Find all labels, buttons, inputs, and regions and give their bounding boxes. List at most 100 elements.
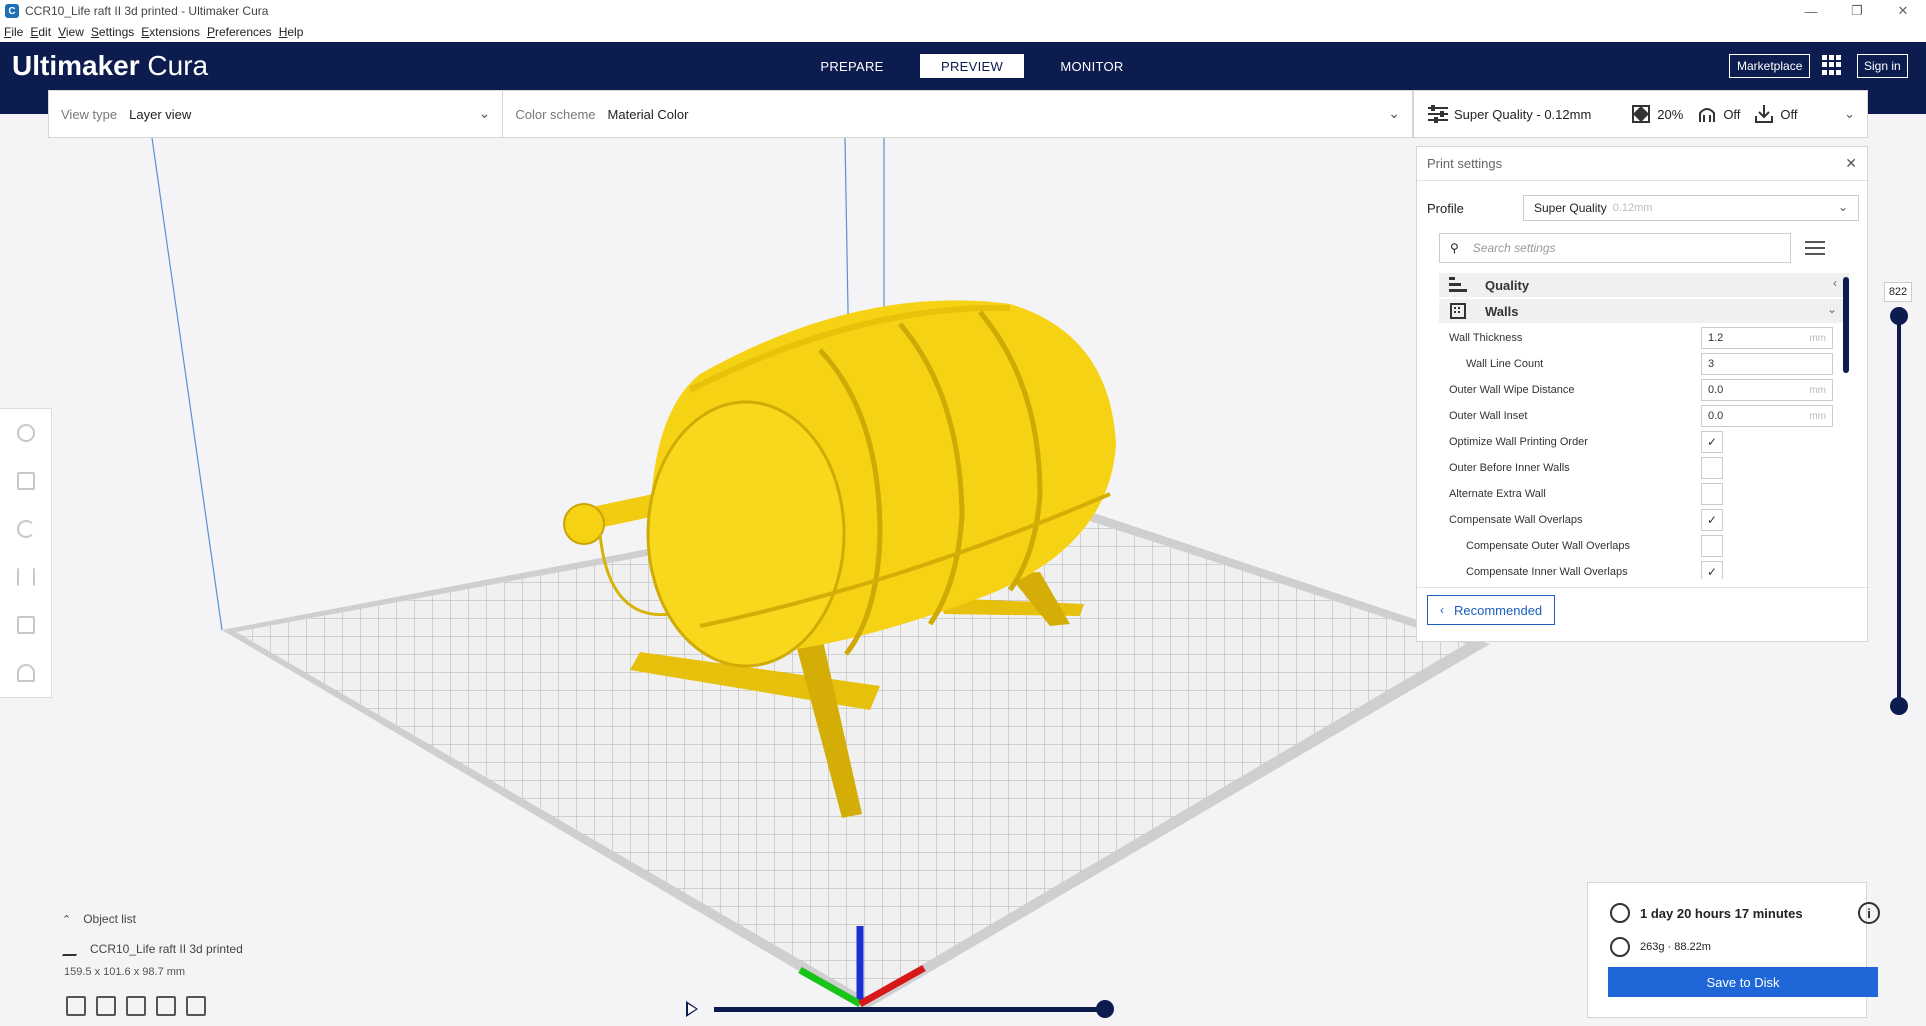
close-window-icon[interactable]: ✕ [1880, 0, 1926, 22]
stage-tabs: PREPARE PREVIEW MONITOR [800, 54, 1160, 78]
menu-extensions[interactable]: Extensions [141, 25, 205, 39]
layer-slider-track[interactable] [1897, 316, 1901, 706]
menu-settings[interactable]: Settings [91, 25, 139, 39]
category-quality[interactable]: Quality ‹ [1439, 273, 1849, 297]
object-list-toggle[interactable]: ⌃ Object list [62, 912, 262, 926]
menu-edit[interactable]: Edit [30, 25, 56, 39]
chevron-down-icon: ⌄ [1826, 302, 1837, 316]
info-icon[interactable]: i [1858, 902, 1880, 924]
chevron-down-icon: ⌄ [1837, 200, 1848, 214]
cura-app-icon: C [5, 4, 19, 18]
menu-file[interactable]: File [4, 25, 28, 39]
print-settings-panel: Print settings ✕ Profile Super Quality 0… [1416, 146, 1869, 642]
view-type-dropdown[interactable]: View type Layer view ⌄ [49, 91, 504, 137]
view-type-label: View type [61, 106, 118, 122]
apps-grid-icon[interactable] [1822, 55, 1842, 75]
settings-list: Quality ‹ Walls ⌄ Wall Thickness 1.2 mm W… [1439, 273, 1849, 579]
outer-wall-inset-input[interactable]: 0.0 mm [1701, 405, 1833, 427]
outer-before-inner-checkbox[interactable] [1701, 457, 1723, 479]
category-label: Walls [1485, 303, 1519, 319]
recommended-button[interactable]: ‹ Recommended [1427, 595, 1556, 625]
optimize-wall-order-checkbox[interactable]: ✓ [1701, 431, 1723, 453]
play-icon[interactable] [686, 1001, 698, 1017]
support-icon [1697, 104, 1717, 124]
color-scheme-value: Material Color [607, 106, 689, 122]
restore-icon[interactable]: ❐ [1834, 0, 1880, 22]
profile-dropdown[interactable]: Super Quality 0.12mm ⌄ [1523, 195, 1859, 221]
pencil-icon [61, 942, 85, 956]
save-to-disk-button[interactable]: Save to Disk [1608, 967, 1878, 997]
profile-layer-height: 0.12mm [1612, 202, 1653, 214]
minimize-icon[interactable]: — [1788, 0, 1834, 22]
menu-help[interactable]: Help [279, 25, 309, 39]
path-slider-track[interactable] [714, 1007, 1106, 1012]
path-slider-handle[interactable] [1096, 1000, 1114, 1018]
profile-value: Super Quality [1534, 201, 1607, 215]
menu-preferences[interactable]: Preferences [207, 25, 277, 39]
chevron-down-icon: ⌄ [1388, 105, 1400, 121]
object-name: CCR10_Life raft II 3d printed [90, 942, 243, 956]
compensate-inner-overlaps-checkbox[interactable]: ✓ [1701, 561, 1723, 579]
material-usage: 263g · 88.22m [1640, 941, 1711, 953]
per-model-settings-icon[interactable] [0, 601, 52, 649]
setting-compensate-outer-wall-overlaps: Compensate Outer Wall Overlaps [1439, 533, 1849, 559]
profile-label: Profile [1427, 200, 1464, 216]
compensate-outer-overlaps-checkbox[interactable] [1701, 535, 1723, 557]
setting-compensate-inner-wall-overlaps: Compensate Inner Wall Overlaps ✓ [1439, 559, 1849, 579]
print-time-row: 1 day 20 hours 17 minutes [1610, 903, 1803, 923]
rotate-tool-icon[interactable] [0, 505, 52, 553]
layer-slider-bottom-handle[interactable] [1890, 697, 1908, 715]
print-output-panel: 1 day 20 hours 17 minutes 263g · 88.22m … [1587, 882, 1880, 1018]
outer-wall-wipe-distance-input[interactable]: 0.0 mm [1701, 379, 1833, 401]
move-tool-icon[interactable] [0, 409, 52, 457]
right-view-icon[interactable] [186, 996, 206, 1016]
print-settings-title: Print settings [1427, 156, 1503, 171]
support-value: Off [1723, 106, 1741, 122]
alternate-extra-wall-checkbox[interactable] [1701, 483, 1723, 505]
object-name-row[interactable]: CCR10_Life raft II 3d printed [61, 942, 326, 956]
search-settings-input[interactable]: ⚲ Search settings [1439, 233, 1791, 263]
recommended-label: Recommended [1454, 602, 1543, 618]
adhesion-summary: Off [1754, 104, 1798, 124]
chevron-up-icon: ⌃ [62, 913, 72, 926]
settings-scrollbar[interactable] [1843, 277, 1849, 373]
layer-number-input[interactable]: 822 [1884, 282, 1912, 302]
material-row: 263g · 88.22m [1610, 937, 1711, 957]
chevron-down-icon: ⌄ [478, 105, 491, 121]
settings-visibility-menu-icon[interactable] [1805, 241, 1825, 255]
support-blocker-icon[interactable] [0, 649, 52, 697]
walls-icon [1449, 303, 1467, 319]
tab-prepare[interactable]: PREPARE [800, 54, 904, 78]
view-type-value: Layer view [129, 106, 192, 122]
category-walls[interactable]: Walls ⌄ [1439, 299, 1849, 323]
print-setup-selector[interactable]: Super Quality - 0.12mm 20% Off Off ⌄ [1413, 90, 1868, 138]
scale-tool-icon[interactable] [0, 457, 52, 505]
menu-bar: File Edit View Settings Extensions Prefe… [0, 22, 1926, 42]
layer-slider-top-handle[interactable] [1890, 307, 1908, 325]
object-list-title: Object list [83, 912, 136, 926]
sign-in-button[interactable]: Sign in [1857, 54, 1908, 78]
front-view-icon[interactable] [96, 996, 116, 1016]
setting-optimize-wall-printing-order: Optimize Wall Printing Order ✓ [1439, 429, 1849, 455]
window-title: CCR10_Life raft II 3d printed - Ultimake… [25, 4, 269, 18]
marketplace-button[interactable]: Marketplace [1729, 54, 1811, 78]
tab-preview[interactable]: PREVIEW [920, 54, 1024, 78]
wall-thickness-input[interactable]: 1.2 mm [1701, 327, 1833, 349]
tab-monitor[interactable]: MONITOR [1040, 54, 1144, 78]
menu-view[interactable]: View [58, 25, 89, 39]
compensate-wall-overlaps-checkbox[interactable]: ✓ [1701, 509, 1723, 531]
infill-summary: 20% [1631, 104, 1683, 124]
chevron-left-icon: ‹ [1440, 603, 1444, 617]
infill-value: 20% [1657, 106, 1684, 122]
3d-view-icon[interactable] [66, 996, 86, 1016]
wall-line-count-input[interactable]: 3 [1701, 353, 1833, 375]
close-icon[interactable]: ✕ [1845, 155, 1857, 172]
setting-outer-wall-wipe-distance: Outer Wall Wipe Distance 0.0 mm [1439, 377, 1849, 403]
mirror-tool-icon[interactable] [0, 553, 52, 601]
left-view-icon[interactable] [156, 996, 176, 1016]
top-view-icon[interactable] [126, 996, 146, 1016]
infill-icon [1631, 104, 1651, 124]
color-scheme-dropdown[interactable]: Color scheme Material Color ⌄ [503, 91, 1412, 137]
setting-alternate-extra-wall: Alternate Extra Wall [1439, 481, 1849, 507]
profile-row: Profile Super Quality 0.12mm ⌄ [1427, 195, 1859, 221]
